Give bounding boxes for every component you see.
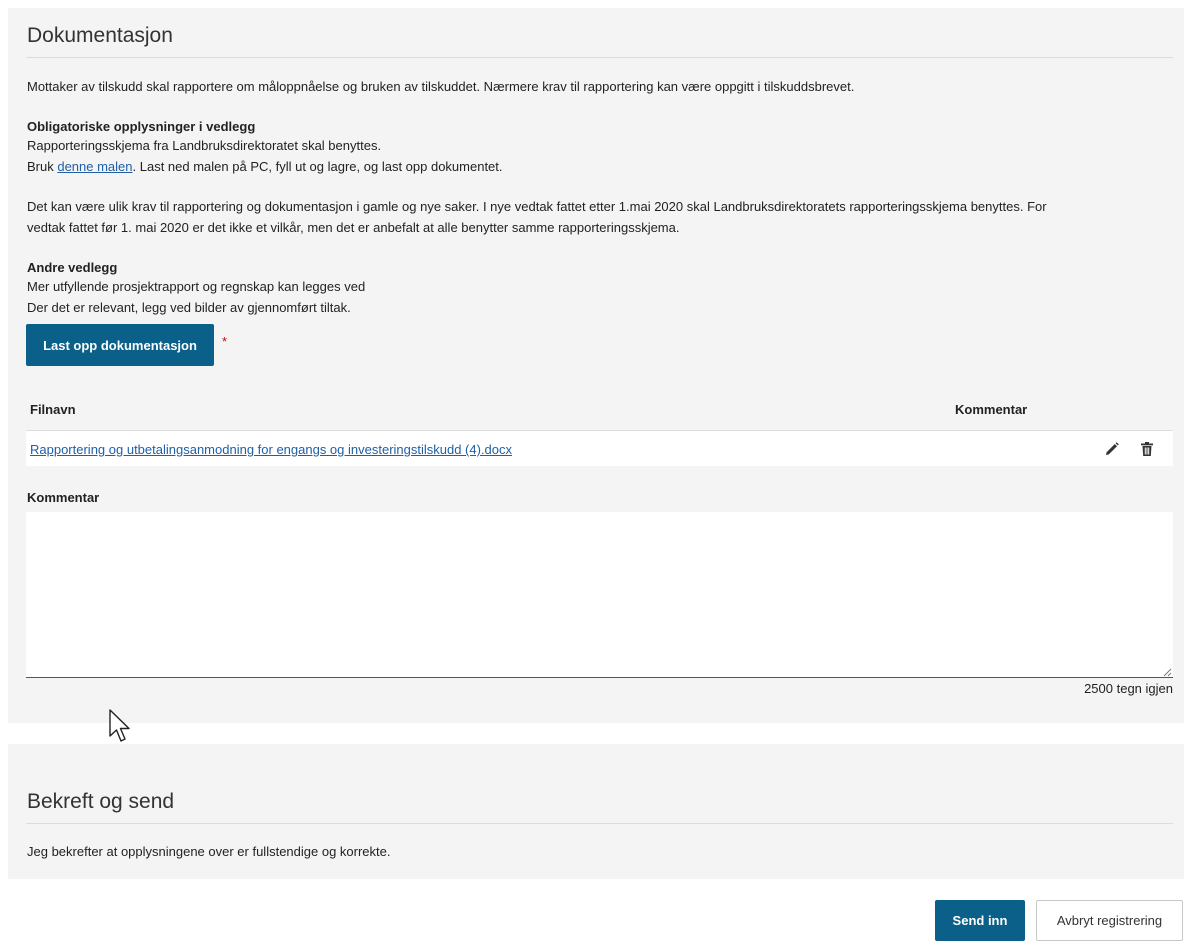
mandatory-text-2: Bruk denne malen. Last ned malen på PC, … (27, 159, 503, 175)
mandatory-suffix: . Last ned malen på PC, fyll ut og lagre… (132, 159, 503, 174)
documentation-section: Dokumentasjon Mottaker av tilskudd skal … (8, 8, 1184, 723)
rules-text-2: vedtak fattet før 1. mai 2020 er det ikk… (27, 220, 680, 235)
submit-button[interactable]: Send inn (935, 900, 1025, 941)
rules-text-1: Det kan være ulik krav til rapportering … (27, 199, 1047, 214)
column-header-filename: Filnavn (30, 402, 76, 417)
mandatory-heading: Obligatoriske opplysninger i vedlegg (27, 119, 256, 134)
required-indicator: * (222, 334, 228, 349)
character-counter: 2500 tegn igjen (1084, 681, 1173, 696)
pencil-icon[interactable] (1103, 440, 1121, 458)
comment-textarea[interactable] (26, 512, 1173, 678)
section-divider (26, 57, 1173, 58)
resize-handle-icon[interactable] (1162, 667, 1172, 677)
table-row: Rapportering og utbetalingsanmodning for… (26, 430, 1173, 466)
intro-text: Mottaker av tilskudd skal rapportere om … (27, 79, 855, 94)
file-link[interactable]: Rapportering og utbetalingsanmodning for… (30, 442, 512, 457)
other-attachments-text-2: Der det er relevant, legg ved bilder av … (27, 300, 351, 315)
other-attachments-text-1: Mer utfyllende prosjektrapport og regnsk… (27, 279, 366, 294)
mandatory-prefix: Bruk (27, 159, 58, 174)
confirm-section: Bekreft og send Jeg bekrefter at opplysn… (8, 744, 1184, 879)
section-title: Bekreft og send (27, 790, 175, 813)
comment-label: Kommentar (27, 490, 100, 505)
section-title: Dokumentasjon (27, 24, 173, 47)
column-header-comment: Kommentar (955, 402, 1028, 417)
mouse-pointer-icon (109, 709, 130, 742)
template-link[interactable]: denne malen (57, 159, 132, 174)
section-divider (26, 823, 1173, 824)
other-attachments-heading: Andre vedlegg (27, 260, 118, 275)
cancel-registration-button[interactable]: Avbryt registrering (1036, 900, 1183, 941)
upload-documentation-button[interactable]: Last opp dokumentasjon (26, 324, 214, 366)
trash-icon[interactable] (1138, 440, 1156, 458)
confirm-statement: Jeg bekrefter at opplysningene over er f… (27, 844, 391, 859)
mandatory-text-1: Rapporteringsskjema fra Landbruksdirekto… (27, 138, 382, 153)
